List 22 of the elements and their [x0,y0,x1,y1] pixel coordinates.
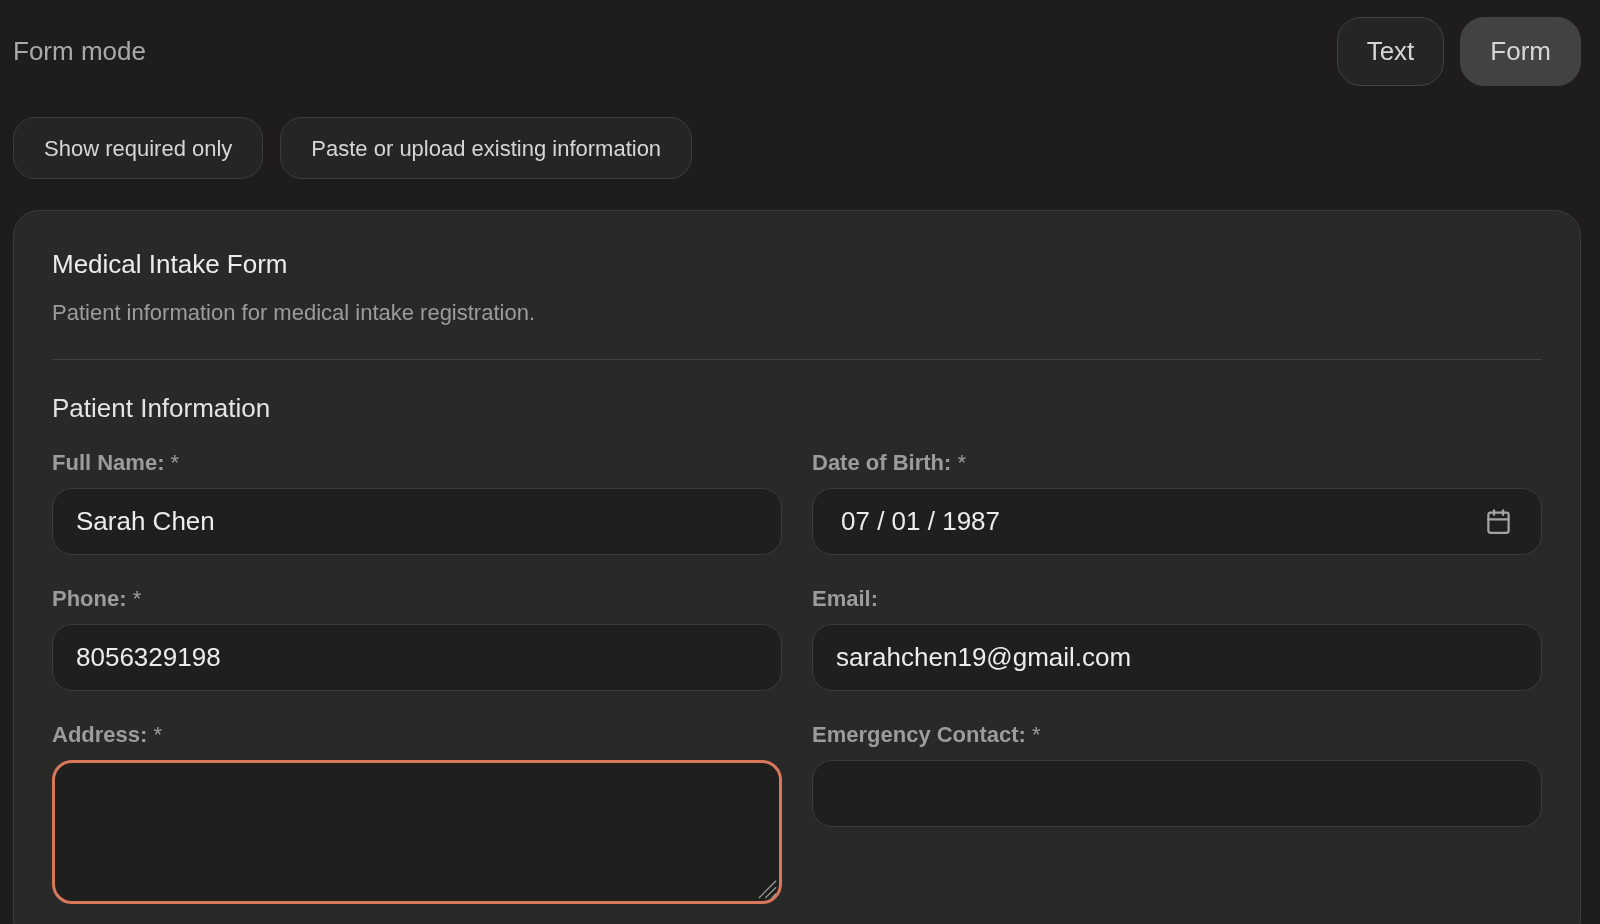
text-input-field[interactable] [812,760,1542,827]
section-title: Patient Information [52,393,272,423]
text-input-field[interactable]: Sarah Chen [52,488,782,555]
field-label: Full Name: * [52,450,180,476]
resize-grip-icon[interactable] [757,879,777,899]
mode-tab[interactable]: Text [1336,17,1445,86]
field-label: Address: * [52,722,163,748]
action-button[interactable]: Paste or upload existing information [280,117,693,179]
form-title: Medical Intake Form [52,249,289,279]
field-label: Date of Birth: * [812,450,966,476]
text-input-field[interactable]: sarahchen19@gmail.com [812,624,1542,691]
calendar-icon[interactable] [1485,508,1512,535]
mode-tab[interactable]: Form [1460,17,1581,86]
field-label: Phone: * [52,586,142,612]
field-label: Emergency Contact: * [812,722,1041,748]
page-title: Form mode [13,35,146,68]
field-label: Email: [812,586,879,612]
text-input-field[interactable]: 8056329198 [52,624,782,691]
textarea-field[interactable] [52,760,782,904]
form-description: Patient information for medical intake registration. [52,300,536,326]
date-input-field[interactable]: 07 / 01 / 1987 [812,488,1542,555]
action-button[interactable]: Show required only [13,117,264,179]
